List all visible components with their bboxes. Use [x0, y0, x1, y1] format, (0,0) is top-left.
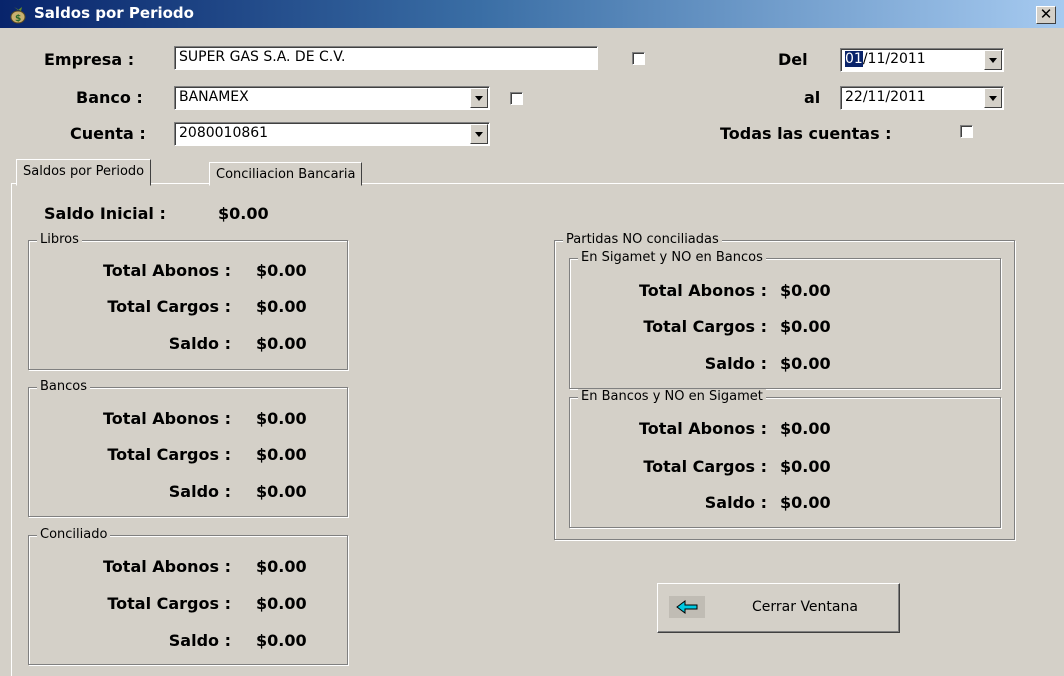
bancos-group: Bancos Total Abonos : $0.00 Total Cargos…: [28, 379, 348, 517]
saldo-label: Saldo :: [168, 631, 231, 650]
al-date-value: 22/11/2011: [845, 89, 926, 105]
todas-checkbox[interactable]: [960, 125, 973, 138]
total-cargos-label: Total Cargos :: [643, 457, 767, 476]
saldo-label: Saldo :: [168, 334, 231, 353]
total-cargos-value: $0.00: [256, 445, 307, 464]
saldo-value: $0.00: [256, 482, 307, 501]
svg-text:$: $: [15, 14, 21, 24]
empresa-field[interactable]: SUPER GAS S.A. DE C.V.: [174, 46, 598, 70]
al-date-picker[interactable]: 22/11/2011: [840, 86, 1004, 110]
saldo-label: Saldo :: [704, 354, 767, 373]
title-bar[interactable]: $ Saldos por Periodo ✕: [0, 0, 1064, 28]
total-cargos-value: $0.00: [256, 297, 307, 316]
total-abonos-value: $0.00: [256, 261, 307, 280]
total-abonos-label: Total Abonos :: [103, 409, 231, 428]
group-title: En Bancos y NO en Sigamet: [578, 389, 766, 404]
group-title: Conciliado: [37, 527, 111, 542]
total-cargos-label: Total Cargos :: [107, 594, 231, 613]
saldo-value: $0.00: [256, 334, 307, 353]
banco-select[interactable]: BANAMEX: [174, 86, 490, 110]
total-abonos-label: Total Abonos :: [639, 419, 767, 438]
total-abonos-value: $0.00: [780, 419, 831, 438]
group-title: Bancos: [37, 379, 90, 394]
empresa-label: Empresa :: [44, 50, 135, 69]
libros-group: Libros Total Abonos : $0.00 Total Cargos…: [28, 232, 348, 370]
saldo-label: Saldo :: [704, 493, 767, 512]
saldo-label: Saldo :: [168, 482, 231, 501]
banco-select-value: BANAMEX: [179, 89, 249, 105]
del-label: Del: [778, 50, 808, 69]
banco-label: Banco :: [76, 88, 143, 107]
total-abonos-value: $0.00: [256, 557, 307, 576]
bancos-no-sigamet-group: En Bancos y NO en Sigamet Total Abonos :…: [569, 389, 1001, 528]
tab-saldos-por-periodo[interactable]: Saldos por Periodo: [16, 159, 152, 186]
total-abonos-label: Total Abonos :: [639, 281, 767, 300]
saldo-value: $0.00: [256, 631, 307, 650]
total-abonos-label: Total Abonos :: [103, 557, 231, 576]
total-cargos-label: Total Cargos :: [107, 445, 231, 464]
partidas-no-conciliadas-group: Partidas NO conciliadas En Sigamet y NO …: [554, 232, 1015, 540]
del-day-selected: 01: [845, 51, 863, 67]
total-cargos-value: $0.00: [780, 317, 831, 336]
total-abonos-value: $0.00: [780, 281, 831, 300]
empresa-checkbox[interactable]: [632, 52, 645, 65]
cuenta-select-value: 2080010861: [179, 125, 269, 141]
sigamet-no-bancos-group: En Sigamet y NO en Bancos Total Abonos :…: [569, 250, 1001, 389]
todas-label: Todas las cuentas :: [720, 124, 892, 143]
chevron-down-icon[interactable]: [984, 50, 1002, 70]
total-cargos-value: $0.00: [256, 594, 307, 613]
group-title: Libros: [37, 232, 82, 247]
close-window-label: Cerrar Ventana: [752, 599, 858, 615]
cuenta-select[interactable]: 2080010861: [174, 122, 490, 146]
total-cargos-label: Total Cargos :: [643, 317, 767, 336]
chevron-down-icon[interactable]: [984, 88, 1002, 108]
saldo-value: $0.00: [780, 493, 831, 512]
conciliado-group: Conciliado Total Abonos : $0.00 Total Ca…: [28, 527, 348, 665]
chevron-down-icon[interactable]: [470, 124, 488, 144]
arrow-left-icon: [669, 596, 705, 618]
group-title: Partidas NO conciliadas: [563, 232, 722, 247]
saldo-value: $0.00: [780, 354, 831, 373]
saldo-inicial-value: $0.00: [218, 204, 269, 223]
money-bag-icon: $: [10, 7, 26, 24]
total-abonos-value: $0.00: [256, 409, 307, 428]
group-title: En Sigamet y NO en Bancos: [578, 250, 766, 265]
saldo-inicial-label: Saldo Inicial :: [44, 204, 166, 223]
total-cargos-label: Total Cargos :: [107, 297, 231, 316]
al-label: al: [804, 88, 821, 107]
del-date-picker[interactable]: 01/11/2011: [840, 48, 1004, 72]
cuenta-label: Cuenta :: [70, 124, 146, 143]
window-title: Saldos por Periodo: [34, 4, 194, 22]
total-abonos-label: Total Abonos :: [103, 261, 231, 280]
del-date-rest: /11/2011: [862, 51, 926, 67]
banco-checkbox[interactable]: [510, 92, 523, 105]
tab-conciliacion-bancaria[interactable]: Conciliacion Bancaria: [209, 162, 363, 186]
close-window-button[interactable]: Cerrar Ventana: [657, 583, 900, 633]
close-button[interactable]: ✕: [1036, 6, 1056, 24]
chevron-down-icon[interactable]: [470, 88, 488, 108]
total-cargos-value: $0.00: [780, 457, 831, 476]
